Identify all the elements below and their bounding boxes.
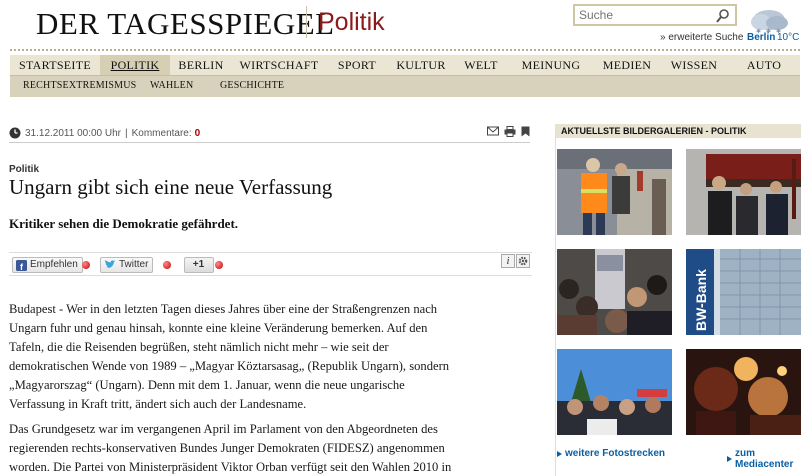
clock-icon (9, 127, 21, 139)
mediacenter-label: zum Mediacenter (735, 448, 794, 470)
masthead-divider (306, 6, 307, 38)
search-box (573, 4, 737, 26)
nav-item-auto[interactable]: AUTO (728, 55, 800, 75)
plusone-label: +1 (192, 259, 205, 270)
paragraph-line: worden. Die Partei von Ministerpräsident… (9, 460, 452, 474)
twitter-button[interactable]: Twitter (100, 257, 154, 273)
nav-top-border (10, 49, 800, 51)
paragraph-line: „Magyarorszag“ (Ungarn). Denn mit dem 1.… (9, 378, 405, 392)
nav-item-sport[interactable]: SPORT (326, 55, 388, 75)
sub-navigation: RECHTSEXTREMISMUS WAHLEN GESCHICHTE (10, 75, 800, 97)
article-headline: Ungarn gibt sich eine neue Verfassung (9, 175, 333, 199)
email-icon[interactable] (487, 126, 499, 136)
article-date: 31.12.2011 00:00 Uhr (25, 127, 122, 139)
article-paragraph-1: Budapest - Wer in den letzten Tagen dies… (9, 300, 489, 414)
meta-separator: | (125, 127, 128, 139)
print-icon[interactable] (504, 126, 516, 137)
site-masthead[interactable]: DER TAGESSPIEGEL (36, 6, 335, 42)
nav-item-politik[interactable]: POLITIK (100, 55, 170, 75)
facebook-label: Empfehlen (30, 259, 78, 270)
paragraph-line: Das Grundgesetz war im vergangenen April… (9, 422, 438, 436)
paragraph-line: Ungarn fuhr und genau hinsah, konnte ein… (9, 321, 428, 335)
gallery-thumbnail-protest[interactable] (557, 249, 672, 335)
plusone-privacy-toggle[interactable] (215, 261, 223, 269)
facebook-recommend-button[interactable]: f Empfehlen (12, 257, 83, 273)
article-teaser: Kritiker sehen die Demokratie gefährdet. (9, 216, 239, 231)
bookmark-icon[interactable] (521, 126, 530, 137)
article-paragraph-2: Das Grundgesetz war im vergangenen April… (9, 420, 489, 476)
advanced-search-link[interactable]: » erweiterte Suche (660, 32, 743, 43)
subnav-item-geschichte[interactable]: GESCHICHTE (220, 80, 284, 91)
subnav-item-rechtsextremismus[interactable]: RECHTSEXTREMISMUS (23, 80, 136, 91)
gallery-thumbnail-candles[interactable] (686, 349, 801, 435)
weather-temperature: 10°C (777, 32, 800, 43)
gallery-thumbnail-leader[interactable] (686, 149, 801, 235)
comments-label[interactable]: Kommentare: (132, 128, 192, 139)
nav-item-meinung[interactable]: MEINUNG (508, 55, 594, 75)
nav-item-startseite[interactable]: STARTSEITE (10, 55, 100, 75)
weather-city[interactable]: Berlin (747, 32, 775, 43)
paragraph-line: Budapest - Wer in den letzten Tagen dies… (9, 302, 438, 316)
gallery-thumbnail-workers[interactable] (557, 149, 672, 235)
article-kicker: Politik (9, 164, 40, 175)
gallery-thumbnail-crowd[interactable] (557, 349, 672, 435)
nav-item-berlin[interactable]: BERLIN (170, 55, 232, 75)
nav-item-wissen[interactable]: WISSEN (660, 55, 728, 75)
search-input[interactable] (575, 6, 713, 24)
galleries-heading: AKTUELLSTE BILDERGALERIEN - POLITIK (555, 124, 801, 138)
more-photo-galleries-label: weitere Fotostrecken (565, 448, 666, 459)
svg-text:BW-Bank: BW-Bank (693, 269, 709, 331)
twitter-bird-icon (105, 260, 116, 268)
info-icon[interactable]: i (501, 254, 515, 268)
paragraph-line: regierenden rechts-konservativen Bundes … (9, 441, 445, 455)
subnav-item-wahlen[interactable]: WAHLEN (150, 80, 193, 91)
arrow-right-icon (727, 456, 732, 462)
facebook-privacy-toggle[interactable] (82, 261, 90, 269)
google-plusone-button[interactable]: +1 (184, 257, 214, 273)
mediacenter-link[interactable]: zum Mediacenter (727, 448, 810, 470)
settings-gear-icon[interactable] (516, 254, 530, 268)
facebook-icon: f (16, 259, 27, 271)
arrow-right-icon (557, 450, 562, 457)
paragraph-line: Verfassung in Kraft tritt, ändert sich a… (9, 397, 307, 411)
meta-divider (9, 142, 530, 143)
paragraph-line: Tafeln, die die Reisenden begrüßen, steh… (9, 340, 389, 354)
twitter-label: Twitter (119, 259, 149, 270)
social-share-bar: f Empfehlen Twitter +1 i (9, 252, 532, 276)
more-photo-galleries-link[interactable]: weitere Fotostrecken (557, 448, 665, 459)
paragraph-line: demokratischen Wende von 1989 – „Magyar … (9, 359, 450, 373)
nav-item-welt[interactable]: WELT (454, 55, 508, 75)
nav-item-wirtschaft[interactable]: WIRTSCHAFT (232, 55, 326, 75)
comments-count[interactable]: 0 (195, 128, 201, 139)
article-meta: 31.12.2011 00:00 Uhr | Kommentare: 0 (9, 127, 200, 139)
nav-item-kultur[interactable]: KULTUR (388, 55, 454, 75)
main-navigation: STARTSEITE POLITIK BERLIN WIRTSCHAFT SPO… (10, 55, 800, 75)
twitter-privacy-toggle[interactable] (163, 261, 171, 269)
article-tools (487, 126, 530, 137)
search-icon[interactable] (715, 8, 731, 24)
nav-item-medien[interactable]: MEDIEN (594, 55, 660, 75)
section-title[interactable]: Politik (318, 8, 385, 37)
gallery-thumbnail-bank[interactable]: BW-Bank (686, 249, 801, 335)
